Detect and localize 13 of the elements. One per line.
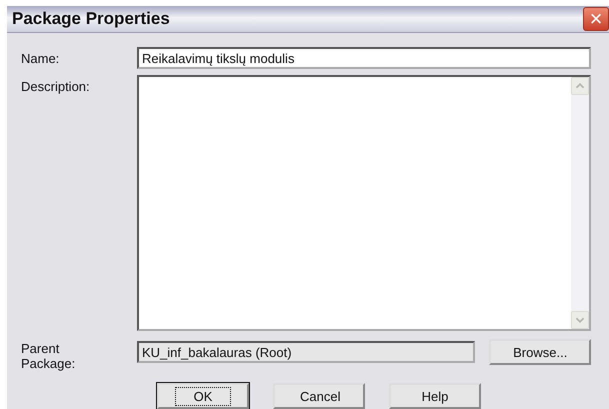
dialog-button[interactable]: Help bbox=[389, 383, 481, 409]
name-field[interactable]: Reikalavimų tikslų modulis bbox=[137, 47, 591, 69]
field-label: Parent Package: bbox=[21, 340, 76, 371]
window-title: Package Properties bbox=[11, 9, 170, 29]
field-label: Name: bbox=[21, 50, 60, 66]
scrollbar[interactable] bbox=[571, 77, 589, 329]
field-label: Description: bbox=[21, 78, 91, 94]
close-button[interactable]: × bbox=[583, 7, 609, 31]
dialog-button[interactable]: Cancel bbox=[273, 383, 365, 409]
description-field[interactable] bbox=[137, 75, 591, 331]
scroll-down-icon[interactable] bbox=[571, 311, 589, 329]
dialog-button[interactable]: OK bbox=[157, 383, 249, 409]
scroll-up-icon[interactable] bbox=[571, 77, 589, 95]
